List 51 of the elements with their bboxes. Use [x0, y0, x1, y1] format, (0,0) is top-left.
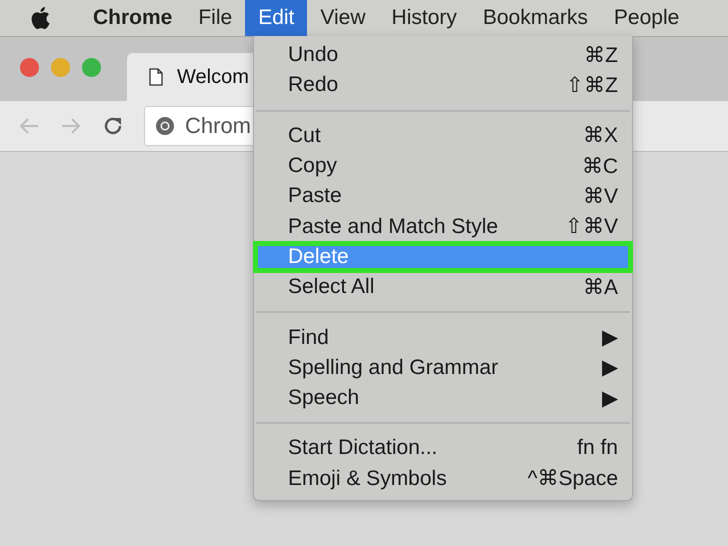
shortcut-label: ⌘V	[582, 184, 618, 209]
minimize-button[interactable]	[51, 58, 70, 77]
menu-item-label: Delete	[288, 244, 349, 269]
shortcut-label: ⇧⌘Z	[566, 72, 618, 98]
menu-bar-item[interactable]: History	[378, 0, 470, 36]
menu-bar-item[interactable]: Chrome	[80, 0, 186, 36]
menu-bar-item[interactable]: Bookmarks	[470, 0, 601, 36]
shortcut-label: ⇧⌘V	[564, 214, 618, 240]
shortcut-label: ▶	[602, 325, 618, 350]
menu-item[interactable]: Emoji & Symbols ^⌘Space	[254, 464, 632, 494]
shortcut-label: ⌘X	[582, 123, 618, 148]
menu-bar-item[interactable]: Edit	[245, 0, 308, 36]
menu-item-label: Paste and Match Style	[288, 214, 498, 239]
forward-icon[interactable]	[60, 117, 82, 135]
shortcut-label: ▶	[602, 386, 618, 411]
menu-item-label: Redo	[288, 73, 338, 98]
close-button[interactable]	[20, 58, 39, 77]
menu-item[interactable]: Cut ⌘X	[254, 120, 632, 151]
menu-item-label: Spelling and Grammar	[288, 356, 498, 380]
zoom-button[interactable]	[82, 58, 101, 77]
shortcut-label: ⌘C	[582, 154, 618, 179]
tab-title: Welcom	[177, 66, 249, 88]
menu-bar-item[interactable]: People	[600, 0, 692, 36]
menu-bar-item[interactable]: View	[307, 0, 379, 36]
chrome-logo-icon	[155, 116, 175, 136]
menu-item[interactable]: Speech ▶	[254, 382, 632, 414]
menu-item-label: Paste	[288, 184, 342, 208]
menu-item[interactable]: Find ▶	[254, 322, 632, 353]
menu-item[interactable]: Paste and Match Style ⇧⌘V	[254, 211, 632, 242]
page-icon	[149, 68, 163, 86]
menu-item[interactable]: Spelling and Grammar ▶	[254, 352, 632, 383]
shortcut-label: ⌘Z	[584, 42, 618, 68]
menu-item-label: Select All	[288, 275, 374, 300]
menu-item-label: Speech	[288, 386, 360, 410]
menu-item-label: Copy	[288, 154, 338, 178]
back-icon[interactable]	[18, 117, 40, 135]
shortcut-label: ▶	[602, 355, 618, 380]
menu-item[interactable]: Paste ⌘V	[254, 181, 632, 212]
menu-item[interactable]: Select All ⌘A	[254, 272, 632, 302]
shortcut-label: fn fn	[577, 436, 618, 460]
menu-item-label: Cut	[288, 124, 321, 148]
menu-item-label: Start Dictation...	[288, 436, 438, 460]
menu-bar-item[interactable]: File	[185, 0, 246, 36]
shortcut-label: ⌘A	[582, 274, 618, 300]
menu-item-label: Emoji & Symbols	[288, 466, 447, 491]
menu-item-label: Find	[288, 326, 329, 350]
shortcut-label: ^⌘Space	[528, 466, 618, 492]
menu-item[interactable]: Copy ⌘C	[254, 150, 632, 182]
apple-icon[interactable]	[30, 6, 50, 30]
menu-item[interactable]: Start Dictation... fn fn	[254, 433, 632, 464]
reload-icon[interactable]	[102, 115, 124, 137]
